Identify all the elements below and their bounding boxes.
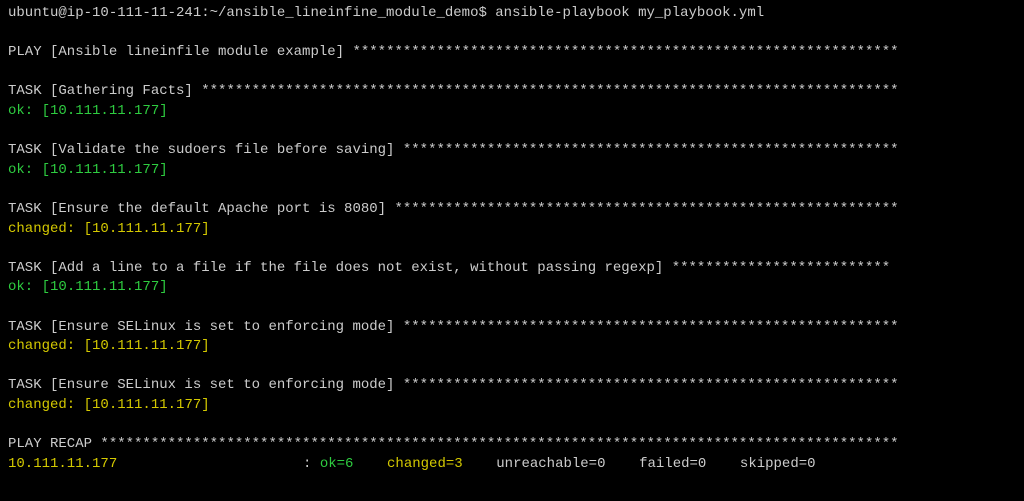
recap-failed: failed=0 <box>639 456 706 472</box>
play-header: PLAY [Ansible lineinfile module example]… <box>8 43 1016 63</box>
status-prefix: changed: <box>8 221 84 237</box>
recap-ok: ok=6 <box>320 456 354 472</box>
task-header: TASK [Ensure SELinux is set to enforcing… <box>8 376 1016 396</box>
blank-line <box>8 180 1016 200</box>
task-header: TASK [Add a line to a file if the file d… <box>8 259 1016 279</box>
task-status-line: ok: [10.111.11.177] <box>8 161 1016 181</box>
task-status-line: ok: [10.111.11.177] <box>8 278 1016 298</box>
shell-prompt: ubuntu@ip-10-111-11-241:~/ansible_linein… <box>8 4 1016 24</box>
task-host: [10.111.11.177] <box>84 221 210 237</box>
task-header: TASK [Validate the sudoers file before s… <box>8 141 1016 161</box>
task-host: [10.111.11.177] <box>42 162 168 178</box>
task-host: [10.111.11.177] <box>84 397 210 413</box>
play-recap-line: 10.111.11.177: ok=6 changed=3 unreachabl… <box>8 455 1016 475</box>
recap-unreachable: unreachable=0 <box>496 456 605 472</box>
status-prefix: changed: <box>8 397 84 413</box>
task-header: TASK [Gathering Facts] *****************… <box>8 82 1016 102</box>
recap-skipped: skipped=0 <box>740 456 816 472</box>
blank-line <box>8 357 1016 377</box>
task-stars: ****************************************… <box>403 377 899 393</box>
recap-stars: ****************************************… <box>100 436 898 452</box>
task-label: TASK [Gathering Facts] <box>8 83 201 99</box>
status-prefix: ok: <box>8 279 42 295</box>
blank-line <box>8 24 1016 44</box>
task-header: TASK [Ensure the default Apache port is … <box>8 200 1016 220</box>
task-status-line: changed: [10.111.11.177] <box>8 337 1016 357</box>
task-stars: ************************** <box>672 260 890 276</box>
task-stars: ****************************************… <box>403 319 899 335</box>
task-stars: ****************************************… <box>201 83 898 99</box>
task-label: TASK [Ensure SELinux is set to enforcing… <box>8 319 403 335</box>
task-host: [10.111.11.177] <box>42 279 168 295</box>
task-label: TASK [Ensure SELinux is set to enforcing… <box>8 377 403 393</box>
task-stars: ****************************************… <box>403 142 899 158</box>
status-prefix: ok: <box>8 162 42 178</box>
recap-changed: changed=3 <box>387 456 463 472</box>
task-status-line: changed: [10.111.11.177] <box>8 396 1016 416</box>
blank-line <box>8 415 1016 435</box>
recap-separator: : <box>303 456 320 472</box>
play-stars: ****************************************… <box>352 44 898 60</box>
task-stars: ****************************************… <box>394 201 898 217</box>
recap-host: 10.111.11.177 <box>8 455 303 475</box>
task-status-line: changed: [10.111.11.177] <box>8 220 1016 240</box>
play-label: PLAY [Ansible lineinfile module example] <box>8 44 352 60</box>
task-label: TASK [Ensure the default Apache port is … <box>8 201 394 217</box>
task-status-line: ok: [10.111.11.177] <box>8 102 1016 122</box>
blank-line <box>8 298 1016 318</box>
play-recap-header: PLAY RECAP *****************************… <box>8 435 1016 455</box>
task-header: TASK [Ensure SELinux is set to enforcing… <box>8 318 1016 338</box>
status-prefix: ok: <box>8 103 42 119</box>
status-prefix: changed: <box>8 338 84 354</box>
recap-label: PLAY RECAP <box>8 436 100 452</box>
task-label: TASK [Validate the sudoers file before s… <box>8 142 403 158</box>
task-host: [10.111.11.177] <box>42 103 168 119</box>
task-label: TASK [Add a line to a file if the file d… <box>8 260 672 276</box>
blank-line <box>8 122 1016 142</box>
blank-line <box>8 63 1016 83</box>
blank-line <box>8 239 1016 259</box>
task-host: [10.111.11.177] <box>84 338 210 354</box>
